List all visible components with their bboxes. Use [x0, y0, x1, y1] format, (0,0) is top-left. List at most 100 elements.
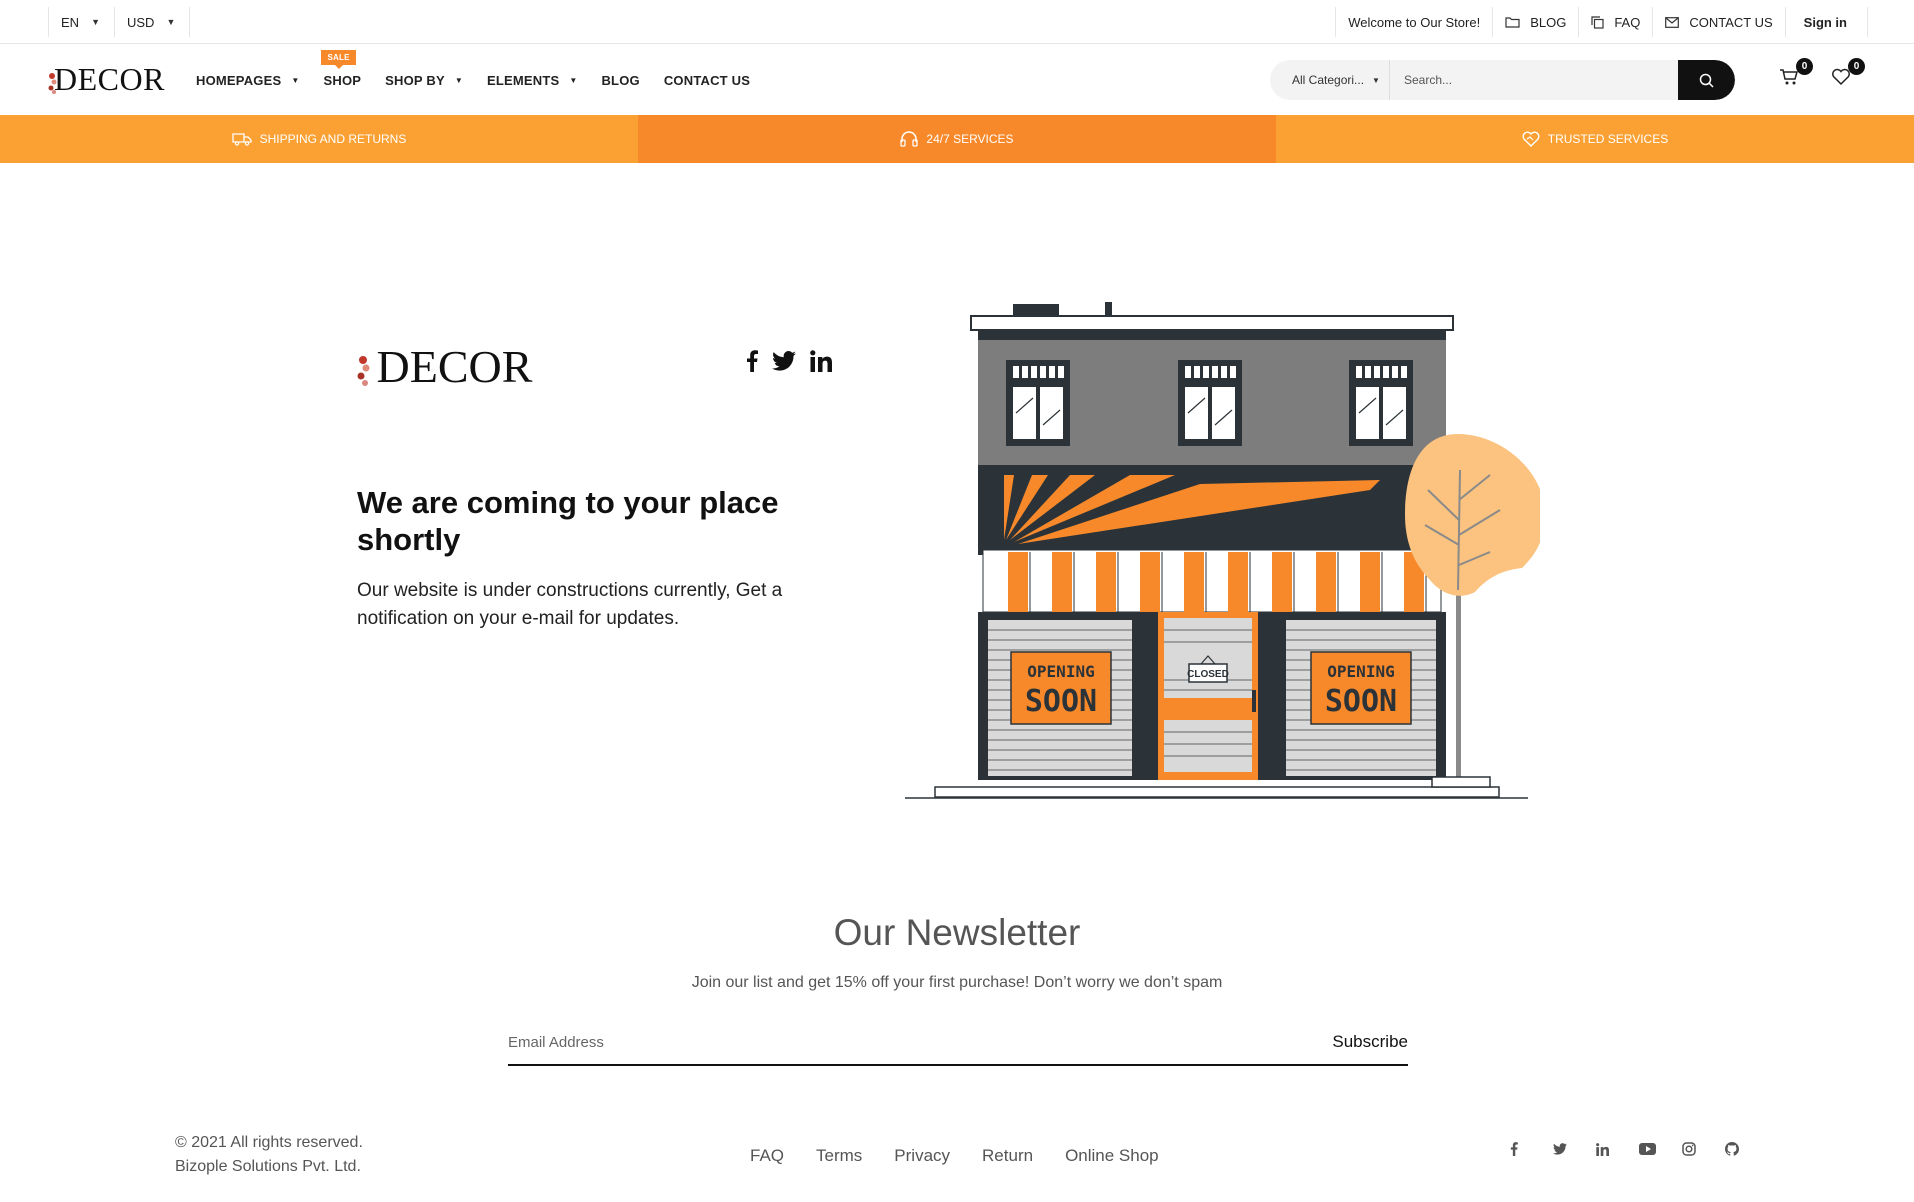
chevron-down-icon: ▼ — [454, 75, 463, 85]
chevron-down-icon: ▼ — [569, 75, 578, 85]
footer-linkedin-link[interactable] — [1596, 1142, 1639, 1156]
signin-label: Sign in — [1803, 14, 1847, 30]
top-contact-link[interactable]: CONTACT US — [1652, 7, 1784, 37]
wishlist-count-badge: 0 — [1848, 58, 1865, 75]
newsletter-form: Subscribe — [508, 1020, 1408, 1066]
wishlist-button[interactable]: 0 — [1831, 58, 1865, 93]
logo-text: DECOR — [54, 61, 165, 97]
top-blog-label: BLOG — [1530, 14, 1567, 30]
chevron-down-icon: ▼ — [91, 17, 100, 27]
search-input[interactable] — [1390, 60, 1678, 100]
company-line: Bizople Solutions Pvt. Ltd. — [175, 1158, 361, 1175]
nav-label: ELEMENTS — [486, 72, 560, 88]
nav-shop[interactable]: SALE SHOP — [321, 49, 362, 88]
description: Our website is under constructions curre… — [357, 580, 783, 629]
shipping-label: SHIPPING AND RETURNS — [259, 132, 407, 146]
footer-link-terms[interactable]: Terms — [816, 1146, 862, 1166]
service-strip: SHIPPING AND RETURNS 24/7 SERVICES TRUST… — [0, 115, 1914, 163]
footer-link-online-shop[interactable]: Online Shop — [1065, 1146, 1159, 1166]
mail-icon — [1665, 16, 1680, 28]
main-logo: DECOR — [357, 340, 532, 393]
youtube-icon — [1639, 1143, 1656, 1155]
soon-sign-text: SOON — [1025, 684, 1097, 719]
footer-social — [1510, 1142, 1768, 1156]
main-logo-text: DECOR — [376, 341, 533, 392]
site-logo[interactable]: DECOR — [48, 61, 165, 98]
main-nav: HOMEPAGES ▼ SALE SHOP SHOP BY ▼ ELEMENTS ▼ B… — [196, 45, 774, 115]
category-select[interactable]: All Categori... ▼ — [1270, 60, 1390, 100]
top-blog-link[interactable]: BLOG — [1492, 7, 1578, 37]
cart-button[interactable]: 0 — [1779, 58, 1813, 93]
opening-sign-text: OPENING — [1027, 662, 1094, 681]
nav-elements[interactable]: ELEMENTS ▼ — [487, 73, 578, 88]
main-header: DECOR HOMEPAGES ▼ SALE SHOP SHOP BY ▼ ELEME… — [0, 45, 1914, 115]
facebook-link[interactable] — [746, 350, 758, 372]
top-faq-link[interactable]: FAQ — [1578, 7, 1652, 37]
soon-sign-text: SOON — [1325, 684, 1397, 719]
chevron-down-icon: ▼ — [166, 17, 176, 27]
newsletter-title: Our Newsletter — [833, 912, 1081, 953]
nav-label: SHOP BY — [385, 72, 445, 88]
closed-sign-text: CLOSED — [1187, 669, 1229, 680]
top-links: Welcome to Our Store! BLOG FAQ CONTACT U… — [1335, 7, 1868, 37]
copyright: © 2021 All rights reserved. Bizople Solu… — [175, 1131, 363, 1179]
language-select[interactable]: EN ▼ — [48, 7, 114, 37]
search-icon — [1699, 73, 1714, 88]
facebook-icon — [1510, 1142, 1518, 1156]
welcome-label: Welcome to Our Store! — [1348, 14, 1481, 30]
nav-label: CONTACT US — [663, 72, 751, 88]
shipping-cell: SHIPPING AND RETURNS — [0, 115, 638, 163]
newsletter-subtitle: Join our list and get 15% off your first… — [691, 974, 1223, 991]
email-field[interactable] — [508, 1022, 1333, 1062]
flower-logo-icon — [48, 67, 58, 94]
nav-blog[interactable]: BLOG — [601, 73, 639, 88]
chevron-down-icon: ▼ — [291, 75, 300, 85]
footer-youtube-link[interactable] — [1639, 1142, 1682, 1156]
nav-contact-us[interactable]: CONTACT US — [664, 73, 750, 88]
sale-badge: SALE — [321, 49, 356, 69]
footer-link-privacy[interactable]: Privacy — [894, 1146, 950, 1166]
nav-label: SHOP — [323, 72, 362, 88]
signin-link[interactable]: Sign in — [1784, 7, 1868, 37]
trusted-cell: TRUSTED SERVICES — [1276, 115, 1914, 163]
locale-selectors: EN ▼ USD ▼ — [48, 7, 191, 37]
twitter-icon — [772, 351, 796, 371]
heart-handshake-icon — [1522, 131, 1540, 147]
linkedin-link[interactable] — [810, 350, 832, 372]
opening-sign-text: OPENING — [1327, 662, 1394, 681]
copy-icon — [1591, 15, 1604, 29]
currency-select[interactable]: USD ▼ — [113, 7, 191, 37]
language-value: EN — [61, 14, 80, 30]
footer-twitter-link[interactable] — [1553, 1142, 1596, 1156]
copyright-line: © 2021 All rights reserved. — [175, 1134, 363, 1151]
twitter-link[interactable] — [772, 351, 796, 371]
linkedin-icon — [810, 350, 832, 372]
footer-instagram-link[interactable] — [1682, 1142, 1725, 1156]
footer-link-return[interactable]: Return — [982, 1146, 1033, 1166]
search-bar: All Categori... ▼ — [1270, 60, 1735, 100]
truck-icon — [231, 133, 252, 146]
folder-icon — [1505, 17, 1520, 28]
category-value: All Categori... — [1292, 73, 1365, 87]
instagram-icon — [1682, 1142, 1696, 1156]
flower-logo-icon — [357, 356, 370, 387]
shop-illustration: CLOSED OPENING SOON OPENING SOON — [905, 302, 1540, 799]
footer-facebook-link[interactable] — [1510, 1142, 1553, 1156]
search-button[interactable] — [1678, 60, 1735, 100]
footer-github-link[interactable] — [1725, 1142, 1768, 1156]
headline: We are coming to your place shortly — [357, 485, 779, 557]
headset-icon — [900, 131, 919, 147]
cart-count-badge: 0 — [1796, 58, 1813, 75]
welcome-text: Welcome to Our Store! — [1335, 7, 1492, 37]
footer-link-faq[interactable]: FAQ — [750, 1146, 784, 1166]
nav-shop-by[interactable]: SHOP BY ▼ — [385, 73, 463, 88]
nav-label: BLOG — [601, 72, 640, 88]
top-bar: EN ▼ USD ▼ Welcome to Our Store! BLOG FAQ … — [0, 0, 1914, 44]
nav-label: HOMEPAGES — [196, 72, 282, 88]
linkedin-icon — [1596, 1142, 1609, 1156]
footer-links: FAQ Terms Privacy Return Online Shop — [750, 1146, 1191, 1166]
subscribe-button[interactable]: Subscribe — [1332, 1032, 1408, 1052]
social-links — [746, 350, 846, 372]
nav-homepages[interactable]: HOMEPAGES ▼ — [196, 73, 299, 88]
chevron-down-icon: ▼ — [1372, 75, 1380, 85]
